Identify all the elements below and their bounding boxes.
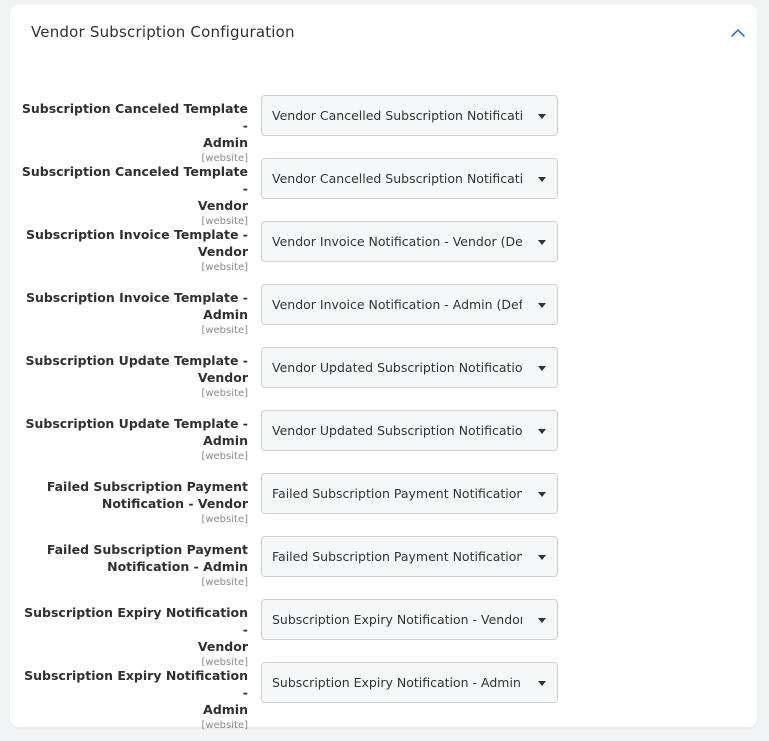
- field-row-subscription-canceled-vendor: Subscription Canceled Template - Vendor […: [10, 158, 757, 227]
- template-select[interactable]: Failed Subscription Payment Notification…: [261, 473, 558, 514]
- select-value: Vendor Cancelled Subscription Notificati…: [272, 108, 522, 123]
- select-value: Failed Subscription Payment Notification…: [272, 486, 522, 501]
- scope-label: [website]: [201, 514, 248, 525]
- template-select[interactable]: Vendor Invoice Notification - Vendor (De…: [261, 221, 558, 262]
- select-value: Subscription Expiry Notification - Admin…: [272, 675, 522, 690]
- field-row-expiry-admin: Subscription Expiry Notification - Admin …: [10, 662, 757, 731]
- select-value: Failed Subscription Payment Notification…: [272, 549, 522, 564]
- select-value: Vendor Invoice Notification - Vendor (De…: [272, 234, 522, 249]
- template-select[interactable]: Failed Subscription Payment Notification…: [261, 536, 558, 577]
- select-value: Vendor Cancelled Subscription Notificati…: [272, 171, 522, 186]
- template-select[interactable]: Vendor Updated Subscription Notification: [261, 410, 558, 451]
- caret-down-icon: [538, 618, 546, 623]
- chevron-up-icon[interactable]: [727, 22, 749, 44]
- caret-down-icon: [538, 492, 546, 497]
- scope-label: [website]: [201, 720, 248, 731]
- select-value: Subscription Expiry Notification - Vendo…: [272, 612, 522, 627]
- field-label: Subscription Canceled Template - Vendor […: [18, 163, 248, 228]
- config-panel: Vendor Subscription Configuration Subscr…: [10, 5, 757, 731]
- template-select[interactable]: Vendor Invoice Notification - Admin (Def…: [261, 284, 558, 325]
- template-select[interactable]: Vendor Cancelled Subscription Notificati…: [261, 158, 558, 199]
- field-row-subscription-update-vendor: Subscription Update Template - Vendor [we…: [10, 347, 757, 410]
- caret-down-icon: [538, 555, 546, 560]
- template-select[interactable]: Vendor Cancelled Subscription Notificati…: [261, 95, 558, 136]
- template-select[interactable]: Vendor Updated Subscription Notification: [261, 347, 558, 388]
- field-label: Failed Subscription Payment Notification …: [18, 478, 248, 526]
- field-row-failed-payment-vendor: Failed Subscription Payment Notification …: [10, 473, 757, 536]
- select-value: Vendor Invoice Notification - Admin (Def…: [272, 297, 522, 312]
- field-label: Subscription Invoice Template - Admin [we…: [18, 289, 248, 337]
- field-label: Subscription Canceled Template - Admin [w…: [18, 100, 248, 165]
- template-select[interactable]: Subscription Expiry Notification - Vendo…: [261, 599, 558, 640]
- scope-label: [website]: [201, 262, 248, 273]
- field-row-subscription-invoice-admin: Subscription Invoice Template - Admin [we…: [10, 284, 757, 347]
- field-row-subscription-update-admin: Subscription Update Template - Admin [web…: [10, 410, 757, 473]
- field-label: Subscription Expiry Notification - Admin …: [18, 667, 248, 732]
- panel-title: Vendor Subscription Configuration: [31, 23, 295, 41]
- scope-label: [website]: [201, 577, 248, 588]
- field-row-subscription-canceled-admin: Subscription Canceled Template - Admin [w…: [10, 95, 757, 164]
- field-label: Subscription Update Template - Admin [web…: [18, 415, 248, 463]
- select-value: Vendor Updated Subscription Notification: [272, 360, 522, 375]
- field-label: Subscription Invoice Template - Vendor [w…: [18, 226, 248, 274]
- field-label: Failed Subscription Payment Notification …: [18, 541, 248, 589]
- field-label: Subscription Expiry Notification - Vendor…: [18, 604, 248, 669]
- caret-down-icon: [538, 681, 546, 686]
- field-row-failed-payment-admin: Failed Subscription Payment Notification …: [10, 536, 757, 599]
- caret-down-icon: [538, 366, 546, 371]
- field-list: Subscription Canceled Template - Admin [w…: [10, 95, 757, 731]
- caret-down-icon: [538, 177, 546, 182]
- caret-down-icon: [538, 429, 546, 434]
- scope-label: [website]: [201, 451, 248, 462]
- caret-down-icon: [538, 303, 546, 308]
- caret-down-icon: [538, 114, 546, 119]
- template-select[interactable]: Subscription Expiry Notification - Admin…: [261, 662, 558, 703]
- caret-down-icon: [538, 240, 546, 245]
- field-row-expiry-vendor: Subscription Expiry Notification - Vendor…: [10, 599, 757, 668]
- field-row-subscription-invoice-vendor: Subscription Invoice Template - Vendor [w…: [10, 221, 757, 284]
- panel-header[interactable]: Vendor Subscription Configuration: [10, 5, 757, 61]
- select-value: Vendor Updated Subscription Notification: [272, 423, 522, 438]
- scope-label: [website]: [201, 388, 248, 399]
- scope-label: [website]: [201, 325, 248, 336]
- field-label: Subscription Update Template - Vendor [we…: [18, 352, 248, 400]
